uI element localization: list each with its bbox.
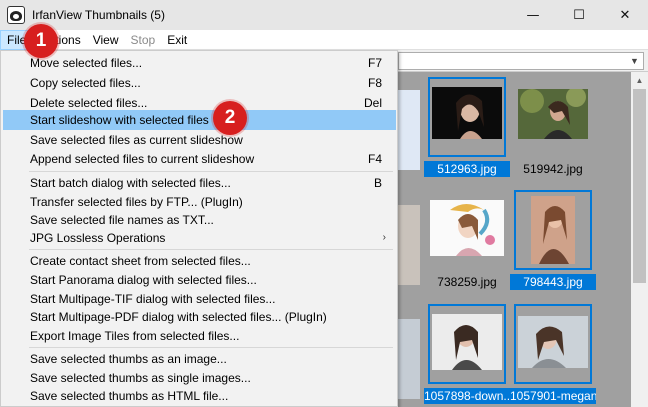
thumbnail-item[interactable]: 738259.jpg: [428, 190, 506, 289]
menu-separator: [29, 171, 393, 172]
menu-item-save-names-txt[interactable]: Save selected file names as TXT...: [3, 210, 396, 230]
menu-item-label: Start Multipage-PDF dialog with selected…: [30, 310, 327, 324]
thumbnail-image: [518, 316, 588, 368]
thumbnail-image: [531, 196, 575, 264]
menu-item-label: Move selected files...: [30, 56, 143, 70]
close-button[interactable]: ✕: [602, 0, 648, 30]
menu-item-start-slideshow[interactable]: Start slideshow with selected files: [3, 110, 396, 130]
menu-item-label: Copy selected files...: [30, 76, 141, 90]
outdoor-portrait-image: [518, 89, 588, 139]
menu-item-export-tiles[interactable]: Export Image Tiles from selected files..…: [3, 326, 396, 346]
menu-bar: File Options View Stop Exit: [0, 29, 648, 50]
thumbnail-item[interactable]: 798443.jpg: [510, 190, 596, 290]
chevron-down-icon[interactable]: ▼: [626, 53, 643, 69]
menu-item-label: JPG Lossless Operations: [30, 231, 166, 245]
window-controls: — ☐ ✕: [510, 0, 648, 30]
scrollbar-thumb[interactable]: [633, 89, 646, 283]
menu-item-save-slideshow[interactable]: Save selected files as current slideshow: [3, 130, 396, 150]
portrait-light-image: [432, 314, 502, 370]
scroll-up-arrow-icon[interactable]: ▲: [631, 72, 648, 89]
menu-item-jpg-lossless[interactable]: JPG Lossless Operations ›: [3, 228, 396, 248]
menu-item-append-slideshow[interactable]: Append selected files to current slidesh…: [3, 149, 396, 169]
minimize-button[interactable]: —: [510, 0, 556, 30]
menu-item-label: Create contact sheet from selected files…: [30, 254, 251, 268]
window-title: IrfanView Thumbnails (5): [32, 8, 165, 22]
menu-item-contact-sheet[interactable]: Create contact sheet from selected files…: [3, 251, 396, 271]
portrait-grey-image: [518, 316, 588, 368]
thumbnail-item[interactable]: 519942.jpg: [514, 77, 592, 176]
submenu-arrow-icon: ›: [382, 232, 386, 243]
thumbnail-item[interactable]: 1057898-down...: [424, 304, 510, 404]
watercolor-portrait-image: [430, 200, 504, 256]
thumbnail-partial: [398, 319, 420, 399]
title-bar: IrfanView Thumbnails (5) — ☐ ✕: [0, 0, 648, 30]
vertical-scrollbar[interactable]: ▲: [631, 72, 648, 407]
menu-exit[interactable]: Exit: [161, 30, 193, 50]
menu-item-label: Save selected thumbs as an image...: [30, 352, 227, 366]
menu-item-move-selected[interactable]: Move selected files... F7: [3, 53, 396, 73]
step-badge-1: 1: [24, 24, 58, 58]
menu-item-copy-selected[interactable]: Copy selected files... F8: [3, 73, 396, 93]
file-menu: Move selected files... F7 Copy selected …: [0, 50, 398, 407]
thumbnail-partial: [398, 205, 420, 285]
menu-item-label: Export Image Tiles from selected files..…: [30, 329, 240, 343]
menu-item-save-thumbs-image[interactable]: Save selected thumbs as an image...: [3, 349, 396, 369]
thumbnail-image: [432, 314, 502, 370]
menu-separator: [29, 347, 393, 348]
thumbnail-label: 798443.jpg: [510, 274, 596, 290]
thumbnail-label: 512963.jpg: [424, 161, 510, 177]
menu-item-label: Save selected files as current slideshow: [30, 133, 243, 147]
menu-item-shortcut: F4: [367, 152, 382, 166]
portrait-warm-image: [531, 196, 575, 264]
menu-separator: [29, 249, 393, 250]
menu-item-save-thumbs-html[interactable]: Save selected thumbs as HTML file...: [3, 386, 396, 406]
folder-combo[interactable]: ▼: [398, 52, 644, 70]
thumbnail-label: 1057898-down...: [424, 388, 510, 404]
menu-item-label: Save selected file names as TXT...: [30, 213, 214, 227]
thumbnail-label: 519942.jpg: [523, 162, 583, 176]
thumbnail-image: [430, 200, 504, 256]
thumbnail-label: 1057901-megan: [510, 388, 596, 404]
thumbnail-label: 738259.jpg: [437, 275, 497, 289]
menu-item-shortcut: B: [373, 176, 382, 190]
menu-item-label: Start Multipage-TIF dialog with selected…: [30, 292, 276, 306]
menu-item-label: Append selected files to current slidesh…: [30, 152, 255, 166]
step-badge-2: 2: [213, 101, 247, 135]
menu-item-label: Delete selected files...: [30, 96, 148, 110]
menu-item-save-thumbs-single[interactable]: Save selected thumbs as single images...: [3, 368, 396, 388]
menu-item-shortcut: F8: [367, 76, 382, 90]
menu-item-label: Save selected thumbs as HTML file...: [30, 389, 229, 403]
menu-item-label: Start Panorama dialog with selected file…: [30, 273, 257, 287]
thumbnail-item[interactable]: 512963.jpg: [424, 77, 510, 177]
thumbnail-image: [518, 89, 588, 139]
menu-stop: Stop: [130, 32, 156, 47]
menu-item-batch-dialog[interactable]: Start batch dialog with selected files..…: [3, 173, 396, 193]
thumbnail-partial: [398, 90, 420, 170]
menu-item-panorama[interactable]: Start Panorama dialog with selected file…: [3, 270, 396, 290]
menu-item-multipage-pdf[interactable]: Start Multipage-PDF dialog with selected…: [3, 307, 396, 327]
menu-item-shortcut: F7: [367, 56, 382, 70]
menu-item-label: Transfer selected files by FTP... (PlugI…: [30, 195, 243, 209]
thumbnail-image: [432, 87, 502, 139]
menu-item-label: Save selected thumbs as single images...: [30, 371, 251, 385]
menu-view[interactable]: View: [87, 30, 125, 50]
menu-item-ftp-transfer[interactable]: Transfer selected files by FTP... (PlugI…: [3, 192, 396, 212]
maximize-button[interactable]: ☐: [556, 0, 602, 30]
menu-item-multipage-tif[interactable]: Start Multipage-TIF dialog with selected…: [3, 289, 396, 309]
irfanview-panda-icon: [7, 6, 25, 24]
portrait-dark-image: [456, 94, 484, 139]
menu-item-label: Start slideshow with selected files: [30, 113, 209, 127]
menu-item-label: Start batch dialog with selected files..…: [30, 176, 231, 190]
thumbnail-item[interactable]: 1057901-megan: [510, 304, 596, 404]
